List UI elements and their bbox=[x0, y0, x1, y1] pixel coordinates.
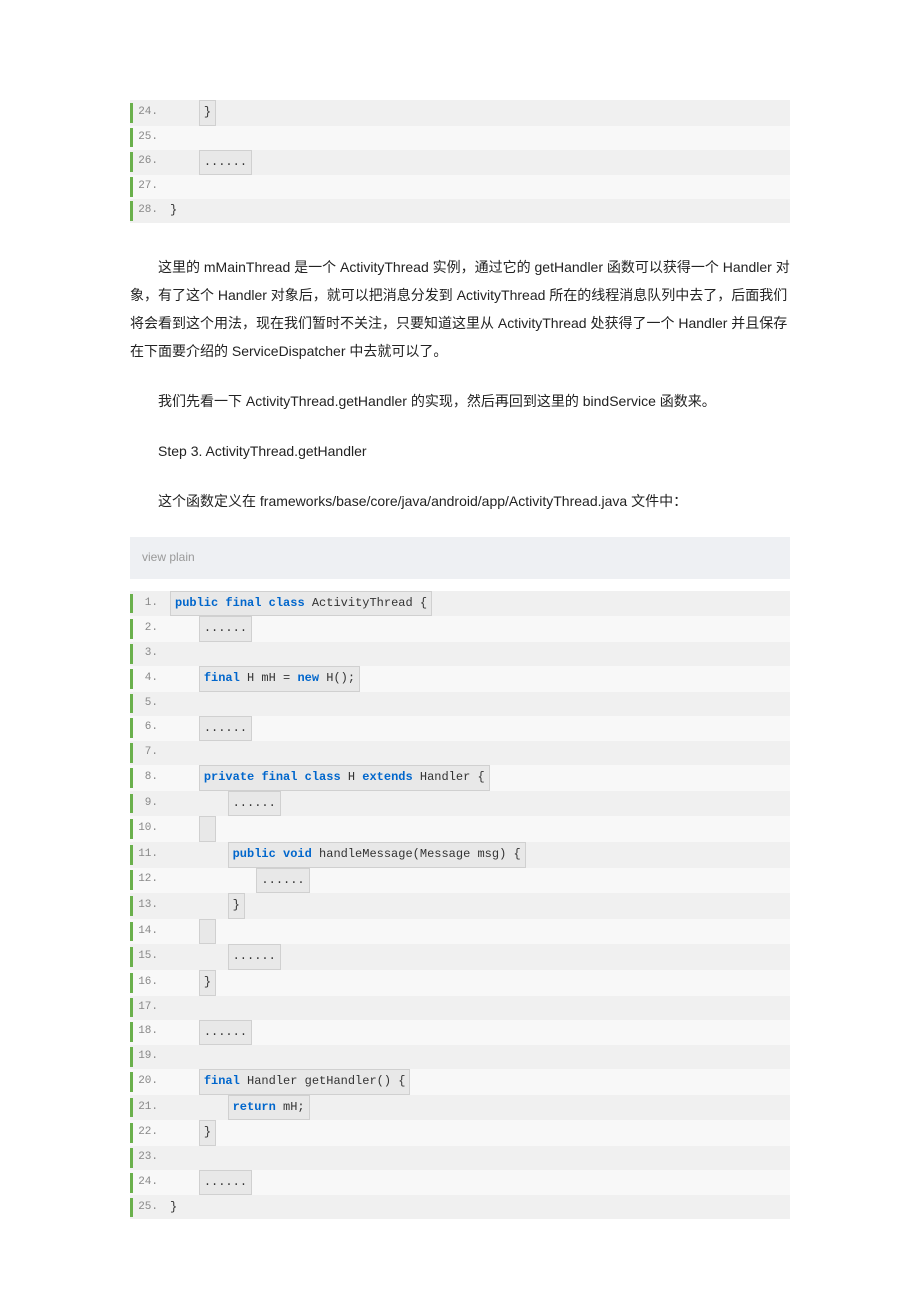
code-line: 10. bbox=[130, 816, 790, 842]
line-number: 9. bbox=[130, 794, 166, 814]
code-line: 11. public void handleMessage(Message ms… bbox=[130, 842, 790, 868]
line-number: 3. bbox=[130, 644, 166, 664]
code-line: 19. bbox=[130, 1045, 790, 1069]
view-plain-link[interactable]: view plain bbox=[130, 537, 790, 579]
code-text bbox=[166, 816, 790, 842]
code-line: 18. ...... bbox=[130, 1020, 790, 1046]
code-line: 8. private final class H extends Handler… bbox=[130, 765, 790, 791]
code-text: public final class ActivityThread { bbox=[166, 591, 790, 617]
code-text: final H mH = new H(); bbox=[166, 666, 790, 692]
code-line: 23. bbox=[130, 1146, 790, 1170]
code-line: 20. final Handler getHandler() { bbox=[130, 1069, 790, 1095]
line-number: 16. bbox=[130, 973, 166, 993]
code-text: private final class H extends Handler { bbox=[166, 765, 790, 791]
code-text: } bbox=[166, 200, 790, 222]
code-text: ...... bbox=[166, 944, 790, 970]
code-text: ...... bbox=[166, 791, 790, 817]
code-line: 26. ...... bbox=[130, 150, 790, 176]
paragraph-1: 这里的 mMainThread 是一个 ActivityThread 实例，通过… bbox=[130, 253, 790, 365]
code-line: 4. final H mH = new H(); bbox=[130, 666, 790, 692]
code-block-1: 24. }25.26. ......27.28.} bbox=[130, 100, 790, 223]
line-number: 27. bbox=[130, 177, 166, 197]
code-text: final Handler getHandler() { bbox=[166, 1069, 790, 1095]
line-number: 13. bbox=[130, 896, 166, 916]
code-text: } bbox=[166, 970, 790, 996]
code-text: } bbox=[166, 100, 790, 126]
code-text: ...... bbox=[166, 616, 790, 642]
line-number: 8. bbox=[130, 768, 166, 788]
code-text: ...... bbox=[166, 150, 790, 176]
line-number: 28. bbox=[130, 201, 166, 221]
code-line: 12. ...... bbox=[130, 868, 790, 894]
code-line: 15. ...... bbox=[130, 944, 790, 970]
line-number: 12. bbox=[130, 870, 166, 890]
code-block-2: 1.public final class ActivityThread {2. … bbox=[130, 591, 790, 1220]
line-number: 20. bbox=[130, 1072, 166, 1092]
code-line: 7. bbox=[130, 741, 790, 765]
code-text: ...... bbox=[166, 868, 790, 894]
code-line: 17. bbox=[130, 996, 790, 1020]
line-number: 21. bbox=[130, 1098, 166, 1118]
code-text: } bbox=[166, 1197, 790, 1219]
code-line: 25. bbox=[130, 126, 790, 150]
code-line: 21. return mH; bbox=[130, 1095, 790, 1121]
line-number: 19. bbox=[130, 1047, 166, 1067]
line-number: 24. bbox=[130, 103, 166, 123]
code-text: ...... bbox=[166, 716, 790, 742]
code-line: 24. } bbox=[130, 100, 790, 126]
code-line: 28.} bbox=[130, 199, 790, 223]
code-line: 22. } bbox=[130, 1120, 790, 1146]
code-line: 13. } bbox=[130, 893, 790, 919]
line-number: 25. bbox=[130, 128, 166, 148]
line-number: 14. bbox=[130, 922, 166, 942]
code-text: ...... bbox=[166, 1170, 790, 1196]
line-number: 25. bbox=[130, 1198, 166, 1218]
code-text bbox=[166, 919, 790, 945]
code-line: 9. ...... bbox=[130, 791, 790, 817]
line-number: 10. bbox=[130, 819, 166, 839]
code-line: 27. bbox=[130, 175, 790, 199]
line-number: 26. bbox=[130, 152, 166, 172]
line-number: 22. bbox=[130, 1123, 166, 1143]
line-number: 17. bbox=[130, 998, 166, 1018]
code-line: 16. } bbox=[130, 970, 790, 996]
line-number: 5. bbox=[130, 694, 166, 714]
code-text: } bbox=[166, 893, 790, 919]
code-line: 2. ...... bbox=[130, 616, 790, 642]
line-number: 15. bbox=[130, 947, 166, 967]
line-number: 4. bbox=[130, 669, 166, 689]
code-line: 6. ...... bbox=[130, 716, 790, 742]
code-line: 1.public final class ActivityThread { bbox=[130, 591, 790, 617]
paragraph-3: Step 3. ActivityThread.getHandler bbox=[130, 437, 790, 465]
code-line: 3. bbox=[130, 642, 790, 666]
code-line: 25.} bbox=[130, 1195, 790, 1219]
line-number: 1. bbox=[130, 594, 166, 614]
code-text: return mH; bbox=[166, 1095, 790, 1121]
paragraph-2: 我们先看一下 ActivityThread.getHandler 的实现，然后再… bbox=[130, 387, 790, 415]
code-line: 5. bbox=[130, 692, 790, 716]
line-number: 7. bbox=[130, 743, 166, 763]
line-number: 11. bbox=[130, 845, 166, 865]
line-number: 2. bbox=[130, 619, 166, 639]
code-line: 24. ...... bbox=[130, 1170, 790, 1196]
line-number: 24. bbox=[130, 1173, 166, 1193]
code-text: } bbox=[166, 1120, 790, 1146]
code-text: ...... bbox=[166, 1020, 790, 1046]
line-number: 18. bbox=[130, 1022, 166, 1042]
line-number: 6. bbox=[130, 718, 166, 738]
paragraph-4: 这个函数定义在 frameworks/base/core/java/androi… bbox=[130, 487, 790, 515]
code-line: 14. bbox=[130, 919, 790, 945]
line-number: 23. bbox=[130, 1148, 166, 1168]
code-text: public void handleMessage(Message msg) { bbox=[166, 842, 790, 868]
